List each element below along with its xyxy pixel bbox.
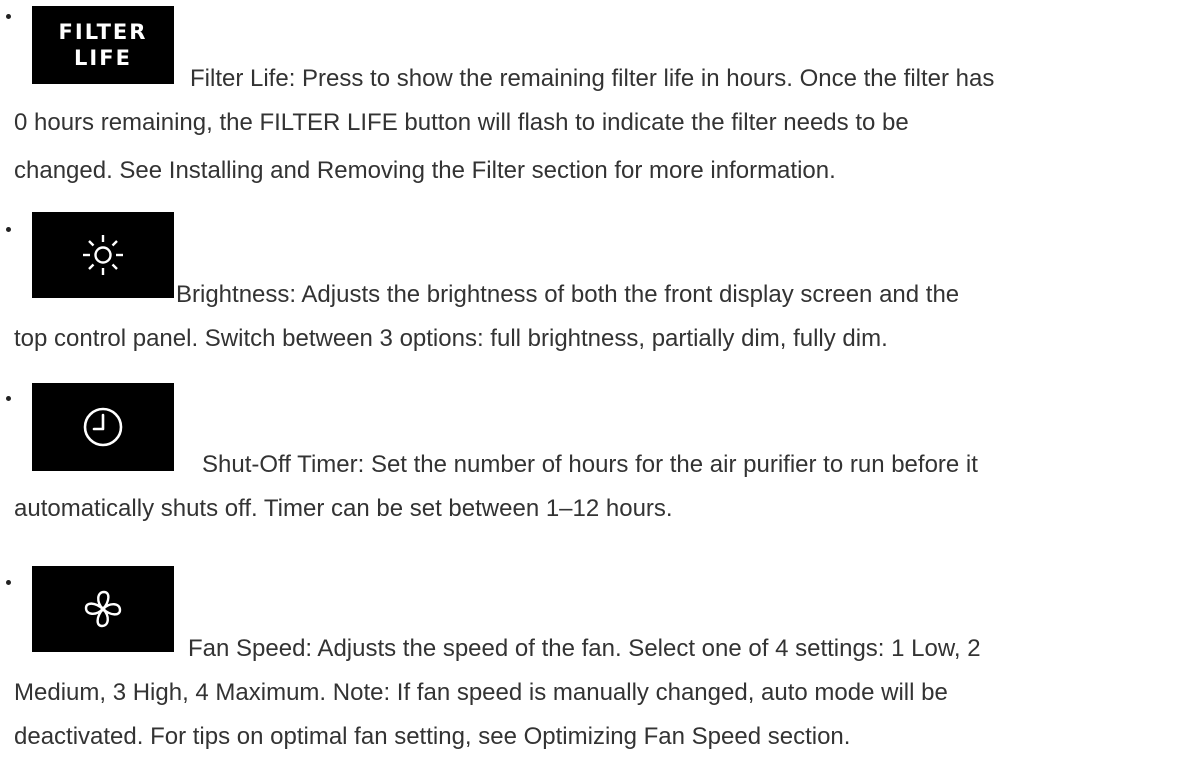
sun-icon-glyph <box>83 235 123 275</box>
filter-life-line-2: 0 hours remaining, the FILTER LIFE butto… <box>14 109 909 136</box>
fan-icon-glyph <box>84 590 122 628</box>
timer-line-1: Shut-Off Timer: Set the number of hours … <box>202 451 978 478</box>
bullet <box>6 14 11 19</box>
clock-icon <box>32 383 174 471</box>
filter-life-icon-text-1: FILTER <box>58 20 148 44</box>
sun-icon <box>32 212 174 298</box>
fan-speed-line-2: Medium, 3 High, 4 Maximum. Note: If fan … <box>14 679 948 706</box>
clock-icon-glyph <box>83 407 123 447</box>
fan-speed-line-1: Fan Speed: Adjusts the speed of the fan.… <box>188 635 981 662</box>
brightness-line-2: top control panel. Switch between 3 opti… <box>14 325 888 352</box>
fan-speed-line-3: deactivated. For tips on optimal fan set… <box>14 723 851 750</box>
filter-life-icon: FILTER LIFE <box>32 6 174 84</box>
bullet <box>6 227 11 232</box>
filter-life-icon-text-2: LIFE <box>74 46 132 70</box>
timer-line-2: automatically shuts off. Timer can be se… <box>14 495 673 522</box>
fan-icon <box>32 566 174 652</box>
brightness-line-1: Brightness: Adjusts the brightness of bo… <box>176 281 960 308</box>
filter-life-line-3: changed. See Installing and Removing the… <box>14 157 836 184</box>
filter-life-line-1: Filter Life: Press to show the remaining… <box>190 65 995 92</box>
bullet <box>6 580 11 585</box>
bullet <box>6 396 11 401</box>
